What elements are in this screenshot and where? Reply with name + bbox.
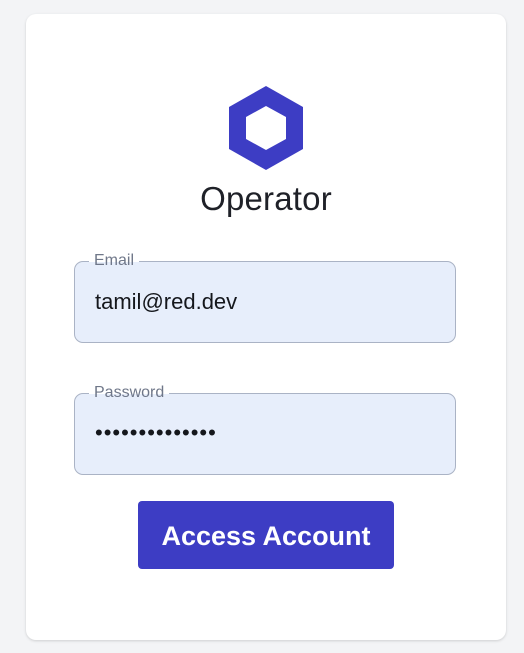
email-input[interactable]: tamil@red.dev	[95, 289, 237, 315]
app-title: Operator	[200, 180, 332, 217]
login-card: Operator Email tamil@red.dev Password ••…	[26, 14, 506, 640]
email-label: Email	[89, 251, 140, 271]
password-input[interactable]: ••••••••••••••	[95, 420, 217, 446]
access-account-button[interactable]: Access Account	[138, 501, 394, 569]
password-field[interactable]: Password ••••••••••••••	[74, 383, 456, 475]
password-label: Password	[89, 383, 170, 403]
hexagon-logo-icon	[226, 84, 306, 172]
email-field[interactable]: Email tamil@red.dev	[74, 251, 456, 343]
